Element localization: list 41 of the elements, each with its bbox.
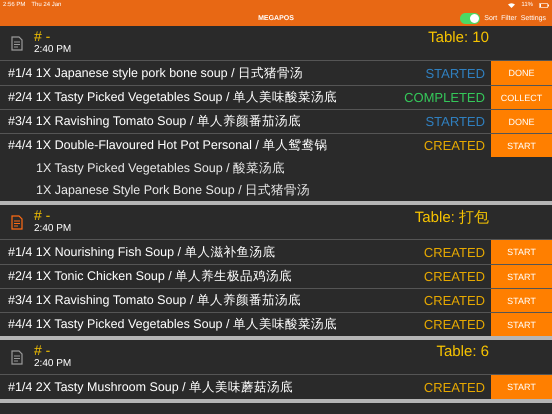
table-label: Table: 打包 — [414, 208, 489, 227]
item-status: CREATED — [424, 244, 486, 260]
order-time: 2:40 PM — [34, 223, 72, 234]
modifier-item: 1X Tasty Picked Vegetables Soup / 酸菜汤底 — [36, 160, 286, 176]
action-button[interactable]: COLLECT — [491, 86, 552, 109]
action-button[interactable]: START — [491, 265, 552, 288]
battery-icon — [539, 2, 549, 8]
item-status: STARTED — [426, 66, 486, 80]
action-button[interactable]: DONE — [491, 110, 552, 133]
order-item: #1/4 1X Nourishing Fish Soup / 单人滋补鱼汤底 — [7, 244, 276, 260]
action-button[interactable]: START — [491, 134, 552, 157]
order-item: #1/4 2X Tasty Mushroom Soup / 单人美味蘑菇汤底 — [7, 378, 294, 396]
order-number: # - — [34, 207, 52, 223]
item-status: STARTED — [426, 114, 486, 129]
action-button[interactable]: DONE — [491, 61, 552, 85]
action-button[interactable]: START — [491, 375, 552, 399]
order-item: #2/4 1X Tonic Chicken Soup / 单人养生极品鸡汤底 — [7, 268, 294, 285]
item-status: CREATED — [424, 317, 486, 332]
action-button[interactable]: START — [491, 289, 552, 312]
action-button[interactable]: START — [491, 313, 552, 336]
table-label: Table: 10 — [428, 29, 489, 46]
item-status: COMPLETED — [404, 90, 486, 105]
wifi-icon — [508, 2, 516, 8]
action-button[interactable]: START — [491, 240, 552, 264]
order-item: #3/4 1X Ravishing Tomato Soup / 单人养颜番茄汤底 — [7, 292, 302, 309]
order-number: # - — [34, 28, 52, 44]
modifier-item: 1X Japanese Style Pork Bone Soup / 日式猪骨汤 — [36, 182, 310, 198]
item-status: CREATED — [424, 293, 486, 308]
order-item: #2/4 1X Tasty Picked Vegetables Soup / 单人美味酸菜汤底 — [7, 89, 338, 106]
order-item: #4/4 1X Double-Flavoured Hot Pot Personal / 单人鸳鸯锅 — [7, 137, 328, 154]
order-item: #1/4 1X Japanese style pork bone soup / 日式猪骨汤 — [7, 64, 304, 82]
item-status: CREATED — [424, 269, 486, 284]
order-item: #3/4 1X Ravishing Tomato Soup / 单人养颜番茄汤底 — [7, 113, 302, 130]
order-time: 2:40 PM — [34, 358, 72, 369]
order-time: 2:40 PM — [34, 44, 72, 55]
item-status: CREATED — [424, 138, 486, 153]
order-item: #4/4 1X Tasty Picked Vegetables Soup / 单人美味酸菜汤底 — [7, 316, 338, 333]
item-status: CREATED — [424, 380, 486, 394]
table-label: Table: 6 — [436, 343, 489, 360]
order-number: # - — [34, 342, 52, 358]
toggle-switch[interactable] — [460, 12, 480, 24]
